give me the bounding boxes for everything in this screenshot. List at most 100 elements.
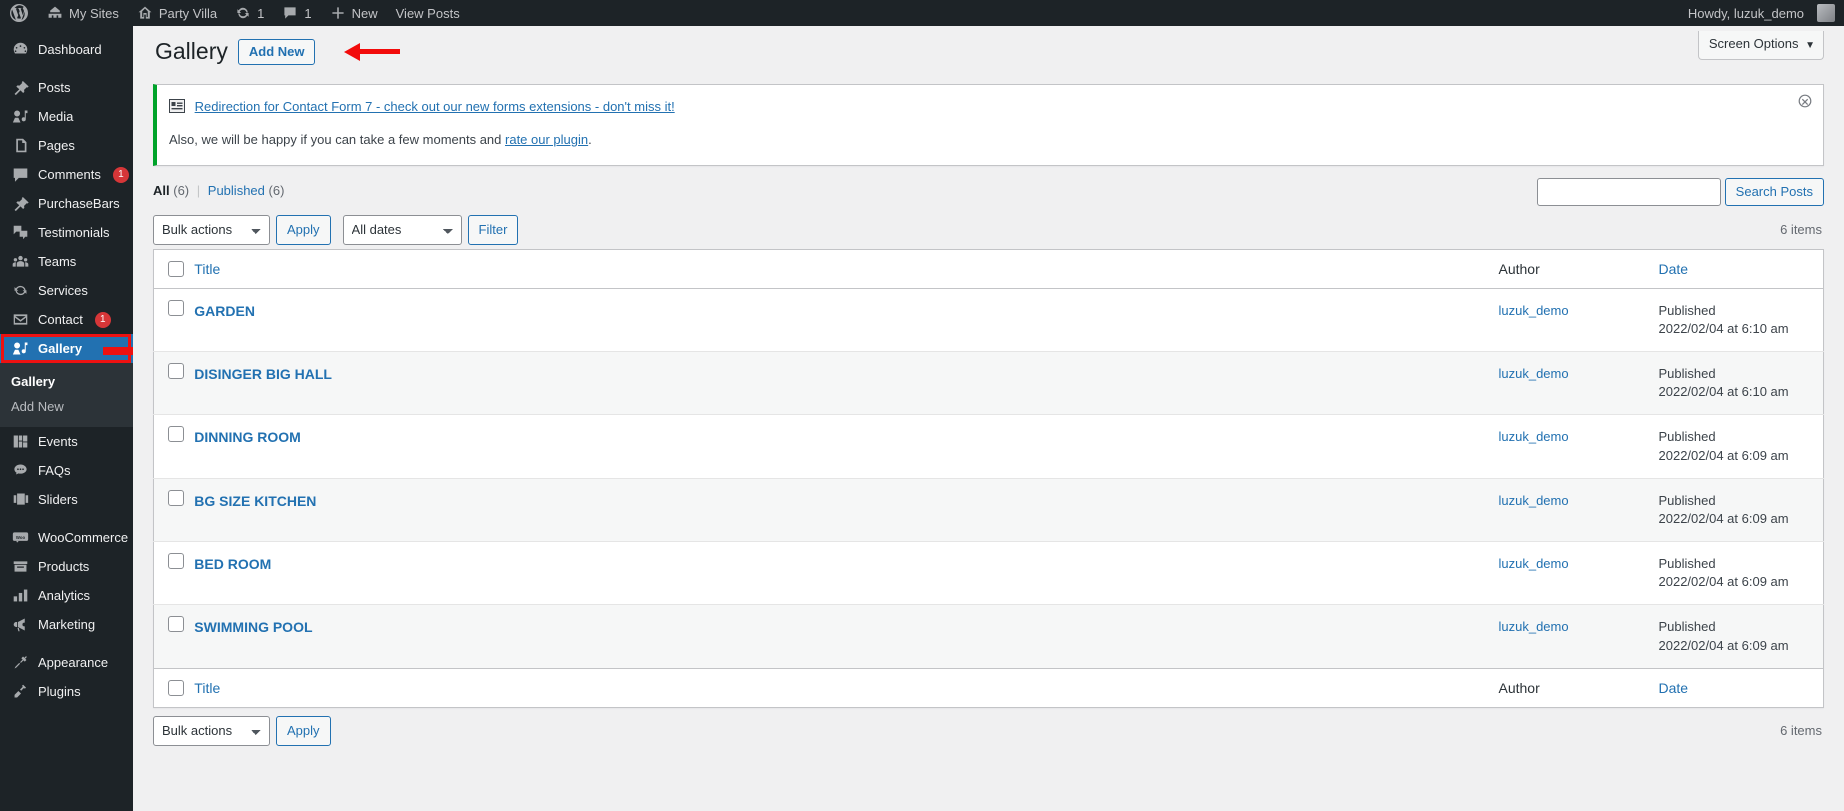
sidebar-item-purchasebars[interactable]: PurchaseBars	[0, 189, 133, 218]
row-author-link[interactable]: luzuk_demo	[1499, 556, 1569, 571]
bulk-actions-select-bottom[interactable]: Bulk actions Edit Move to Trash	[153, 715, 270, 746]
row-title-link[interactable]: BED ROOM	[194, 556, 271, 572]
notice-link[interactable]: Redirection for Contact Form 7 - check o…	[195, 99, 675, 114]
row-author-cell: luzuk_demo	[1489, 415, 1649, 478]
row-checkbox-cell	[154, 351, 185, 414]
admin-bar: My Sites Party Villa 1 1 New View Posts …	[0, 0, 1844, 26]
sidebar-item-testimonials[interactable]: Testimonials	[0, 218, 133, 247]
column-footer-date[interactable]: Date	[1648, 667, 1824, 708]
sidebar-item-comments[interactable]: Comments 1	[0, 160, 133, 189]
rate-our-plugin-link[interactable]: rate our plugin	[505, 132, 588, 147]
row-date-status: Published	[1658, 492, 1716, 508]
dashboard-icon	[11, 41, 29, 59]
admin-bar-item-my-sites[interactable]: My Sites	[38, 0, 128, 26]
sidebar-item-faqs[interactable]: FAQs	[0, 456, 133, 485]
menu-separator	[0, 514, 133, 523]
filter-all[interactable]: All (6) |	[153, 183, 208, 198]
row-checkbox[interactable]	[168, 299, 184, 316]
admin-bar-label: New	[351, 5, 378, 21]
sites-icon	[47, 5, 63, 21]
filter-published-link[interactable]: Published	[208, 183, 265, 198]
menu-separator	[0, 64, 133, 73]
sidebar-item-posts[interactable]: Posts	[0, 73, 133, 102]
row-title-link[interactable]: DISINGER BIG HALL	[194, 366, 332, 382]
page-title: Gallery	[155, 38, 228, 65]
row-title-link[interactable]: SWIMMING POOL	[194, 619, 312, 635]
displaying-num-top: 6 items	[1780, 221, 1822, 237]
sidebar-item-label: FAQs	[38, 463, 71, 478]
select-all-checkbox-top[interactable]	[168, 260, 184, 277]
notice-dismiss-button[interactable]	[1797, 93, 1817, 113]
row-title-link[interactable]: DINNING ROOM	[194, 429, 301, 445]
search-posts-button[interactable]: Search Posts	[1724, 177, 1824, 206]
filter-all-link[interactable]: All	[153, 183, 170, 198]
sidebar-badge-contact: 1	[94, 311, 111, 328]
sidebar-item-plugins[interactable]: Plugins	[0, 677, 133, 706]
filter-separator: |	[196, 182, 201, 198]
gallery-page-wrap: Gallery Add New Redirection for Contact …	[153, 26, 1824, 746]
apply-button-top[interactable]: Apply	[276, 214, 331, 245]
admin-bar-item-new[interactable]: New	[321, 0, 387, 26]
admin-bar-item-comments[interactable]: 1	[273, 0, 320, 26]
admin-bar-item-site-name[interactable]: Party Villa	[128, 0, 226, 26]
column-header-date-label: Date	[1658, 260, 1689, 277]
sidebar-item-woocommerce[interactable]: Woo WooCommerce	[0, 523, 133, 552]
sidebar-item-sliders[interactable]: Sliders	[0, 485, 133, 514]
row-checkbox[interactable]	[168, 362, 184, 379]
row-title-link[interactable]: BG SIZE KITCHEN	[194, 493, 316, 509]
sidebar-item-events[interactable]: Events	[0, 427, 133, 456]
admin-bar-my-account[interactable]: Howdy, luzuk_demo	[1679, 0, 1844, 26]
apply-button-bottom[interactable]: Apply	[276, 715, 331, 746]
products-icon	[11, 558, 29, 576]
sidebar-subitem-gallery[interactable]: Gallery	[0, 369, 133, 394]
sidebar-item-label: Posts	[38, 80, 71, 95]
sidebar-item-products[interactable]: Products	[0, 552, 133, 581]
filter-button[interactable]: Filter	[467, 214, 519, 245]
wordpress-logo-menu[interactable]	[0, 0, 38, 26]
sidebar-item-services[interactable]: Services	[0, 276, 133, 305]
sidebar-item-teams[interactable]: Teams	[0, 247, 133, 276]
row-author-link[interactable]: luzuk_demo	[1499, 619, 1569, 634]
admin-bar-item-updates[interactable]: 1	[226, 0, 273, 26]
row-title-link[interactable]: GARDEN	[194, 303, 255, 319]
sidebar-subitem-add-new[interactable]: Add New	[0, 394, 133, 419]
column-header-title[interactable]: Title	[184, 249, 1489, 289]
row-checkbox[interactable]	[168, 426, 184, 443]
sidebar-item-dashboard[interactable]: Dashboard	[0, 35, 133, 64]
filter-published[interactable]: Published (6)	[208, 183, 285, 198]
sidebar-item-contact[interactable]: Contact 1	[0, 305, 133, 334]
row-author-link[interactable]: luzuk_demo	[1499, 493, 1569, 508]
row-author-link[interactable]: luzuk_demo	[1499, 366, 1569, 381]
date-filter-select[interactable]: All dates February 2022	[342, 214, 462, 245]
sidebar-item-label: Contact	[38, 312, 83, 327]
sidebar-item-marketing[interactable]: Marketing	[0, 610, 133, 639]
sidebar-item-label: Teams	[38, 254, 77, 269]
sidebar-item-appearance[interactable]: Appearance	[0, 648, 133, 677]
sidebar-item-label: PurchaseBars	[38, 196, 120, 211]
add-new-button[interactable]: Add New	[237, 39, 316, 65]
row-checkbox[interactable]	[168, 553, 184, 570]
sidebar-item-pages[interactable]: Pages	[0, 131, 133, 160]
row-date-value: 2022/02/04 at 6:09 am	[1658, 574, 1789, 590]
wordpress-logo-icon	[9, 3, 29, 23]
gallery-list-table: Title Author Date GARDEN luzuk_demo Publ…	[153, 248, 1824, 708]
admin-bar-label: View Posts	[395, 5, 460, 21]
row-author-link[interactable]: luzuk_demo	[1499, 303, 1569, 318]
row-checkbox[interactable]	[168, 489, 184, 506]
sidebar-item-media[interactable]: Media	[0, 102, 133, 131]
row-title-cell: DINNING ROOM	[184, 415, 1488, 478]
admin-bar-right: Howdy, luzuk_demo	[1679, 0, 1844, 26]
dismiss-circle-icon	[1798, 94, 1812, 108]
row-date-status: Published	[1658, 429, 1716, 445]
media-icon	[11, 340, 29, 358]
row-checkbox[interactable]	[168, 616, 184, 633]
select-all-footer	[153, 667, 185, 708]
sidebar-item-analytics[interactable]: Analytics	[0, 581, 133, 610]
bulk-actions-select-top[interactable]: Bulk actions Edit Move to Trash	[153, 214, 270, 245]
select-all-checkbox-bottom[interactable]	[168, 679, 184, 696]
row-author-link[interactable]: luzuk_demo	[1499, 429, 1569, 444]
column-header-date[interactable]: Date	[1648, 249, 1824, 289]
admin-bar-item-view-posts[interactable]: View Posts	[387, 0, 469, 26]
column-footer-title[interactable]: Title	[184, 667, 1489, 708]
search-input[interactable]	[1536, 177, 1721, 206]
